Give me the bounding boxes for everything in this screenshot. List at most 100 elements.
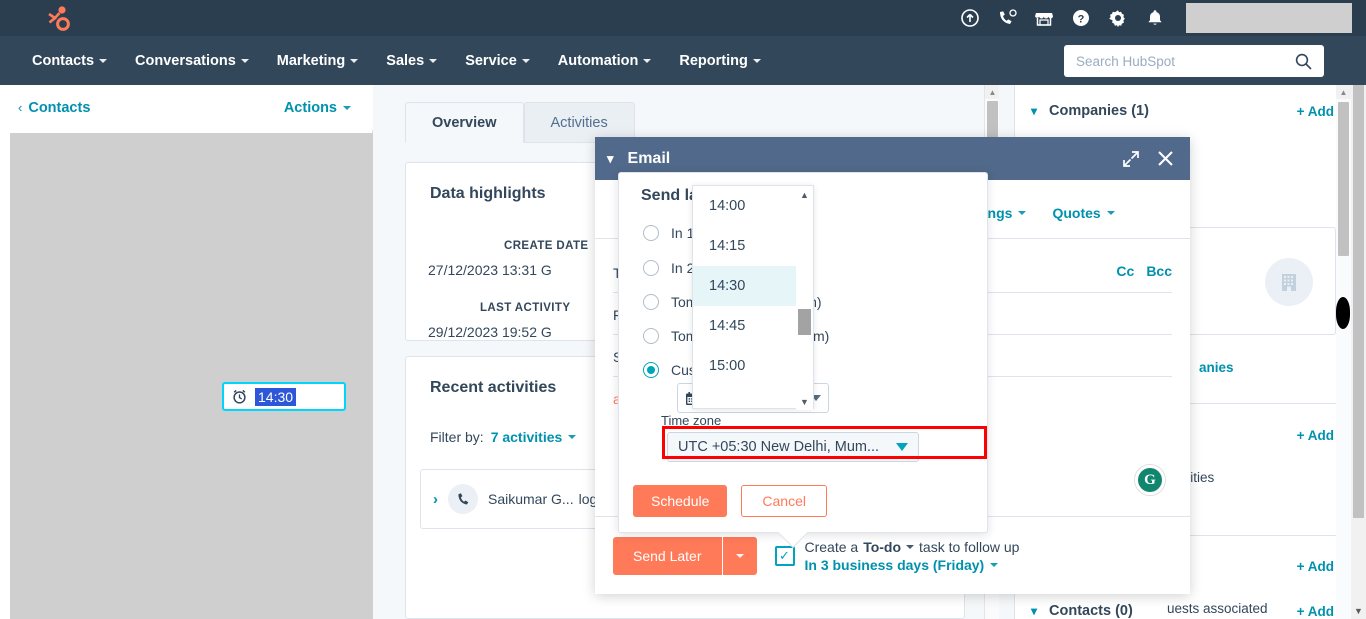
nav-item-label: Service — [465, 52, 517, 69]
nav-item-label: Conversations — [135, 52, 236, 69]
radio-icon — [643, 328, 659, 344]
chevron-down-icon — [99, 58, 108, 63]
radio-icon — [643, 225, 659, 241]
chevron-down-icon — [568, 435, 577, 439]
filter-label: Filter by: — [430, 429, 484, 445]
schedule-button[interactable]: Schedule — [633, 485, 728, 517]
time-option-list: 14:00 14:15 14:30 14:45 15:00 — [693, 186, 798, 410]
search-icon[interactable] — [1295, 53, 1324, 70]
nav-item-sales[interactable]: Sales — [386, 52, 438, 69]
nav-item-conversations[interactable]: Conversations — [135, 53, 249, 69]
hubspot-logo[interactable] — [42, 4, 72, 32]
account-menu[interactable] — [1186, 3, 1352, 33]
chevron-down-icon — [240, 58, 249, 63]
time-option[interactable]: 15:00 — [693, 346, 798, 386]
add-contact-button[interactable]: + Add — [1297, 604, 1334, 619]
actions-button[interactable]: Actions — [284, 100, 351, 116]
chevron-down-icon[interactable]: ▾ — [1031, 604, 1037, 618]
create-date-value: 27/12/2023 13:31 G — [428, 262, 552, 278]
scroll-thumb[interactable] — [1338, 102, 1349, 256]
todo-prefix: Create a — [804, 538, 859, 555]
page-scroll-thumb[interactable] — [1353, 85, 1364, 518]
time-option[interactable]: 14:00 — [693, 186, 798, 226]
option-in-2-hours[interactable]: In 2 — [643, 260, 694, 276]
activity-filter: Filter by: 7 activities — [430, 429, 577, 445]
time-option[interactable]: 14:15 — [693, 226, 798, 266]
chevron-left-icon: ‹ — [18, 100, 23, 115]
upgrade-icon[interactable] — [960, 8, 980, 28]
expand-icon[interactable] — [1123, 150, 1139, 167]
timezone-label: Time zone — [661, 413, 722, 428]
page-scrollbar[interactable]: ▼ — [1351, 85, 1366, 619]
timezone-select[interactable]: UTC +05:30 New Delhi, Mum... — [667, 432, 919, 462]
send-later-button[interactable]: Send Later — [613, 536, 723, 575]
chevron-down-icon — [350, 58, 359, 63]
nav-item-reporting[interactable]: Reporting — [679, 53, 761, 69]
search-input[interactable] — [1064, 53, 1295, 69]
view-associated-companies-link[interactable]: anies — [1199, 360, 1234, 375]
contacts-title: Contacts (0) — [1049, 603, 1133, 619]
time-input[interactable]: 14:30 — [222, 382, 346, 411]
close-icon[interactable] — [1157, 150, 1174, 167]
time-option[interactable]: 14:45 — [693, 306, 798, 346]
cc-button[interactable]: Cc — [1116, 263, 1134, 279]
main-navbar: Contacts Conversations Marketing Sales S… — [0, 36, 1366, 85]
chevron-down-icon — [643, 58, 652, 63]
last-activity-value: 29/12/2023 19:52 G — [428, 324, 552, 340]
chevron-down-icon — [429, 58, 438, 63]
time-dropdown-scrollbar[interactable]: ▲ ▼ — [796, 186, 813, 410]
company-icon — [1265, 258, 1313, 306]
add-ticket-button[interactable]: + Add — [1297, 559, 1334, 574]
scroll-up-arrow[interactable]: ▲ — [985, 85, 999, 99]
breadcrumb-label: Contacts — [28, 99, 91, 116]
scroll-down-arrow[interactable]: ▼ — [796, 393, 813, 410]
todo-text-lines: Create a To-do task to follow up In 3 bu… — [805, 539, 1020, 573]
scroll-up-arrow[interactable]: ▲ — [1336, 85, 1351, 99]
filter-value-dropdown[interactable]: 7 activities — [491, 429, 577, 445]
svg-text:?: ? — [1078, 13, 1085, 25]
bell-icon[interactable] — [1145, 8, 1165, 28]
send-later-dropdown-arrow[interactable] — [722, 536, 757, 575]
search-bar[interactable] — [1064, 45, 1324, 77]
help-icon[interactable]: ? — [1071, 8, 1091, 28]
time-option-selected[interactable]: 14:30 — [693, 266, 798, 306]
grammarly-icon[interactable]: G — [1134, 464, 1166, 496]
todo-type[interactable]: To-do — [863, 539, 901, 555]
scroll-down-arrow[interactable]: ▼ — [1351, 603, 1366, 619]
tab-overview[interactable]: Overview — [405, 102, 524, 143]
add-deal-button[interactable]: + Add — [1297, 428, 1334, 443]
time-options-dropdown: 14:00 14:15 14:30 14:45 15:00 ▲ ▼ — [692, 185, 814, 410]
quotes-label: Quotes — [1052, 205, 1101, 221]
modal-title: Email — [627, 149, 671, 167]
right-inner-scrollbar[interactable]: ▲ — [1336, 85, 1351, 619]
expand-row-icon[interactable]: › — [433, 491, 438, 508]
quotes-dropdown[interactable]: Quotes — [1052, 205, 1115, 221]
nav-item-label: Contacts — [32, 52, 95, 69]
create-date-label: CREATE DATE — [504, 240, 589, 252]
calling-icon[interactable] — [997, 8, 1017, 28]
grammarly-glyph: G — [1138, 468, 1162, 492]
scroll-up-arrow[interactable]: ▲ — [796, 186, 813, 203]
nav-item-label: Sales — [386, 52, 425, 69]
chevron-down-icon[interactable]: ▾ — [607, 151, 614, 167]
nav-item-service[interactable]: Service — [465, 53, 530, 69]
radio-icon — [643, 260, 659, 276]
chevron-down-icon[interactable]: ▾ — [1031, 104, 1037, 118]
breadcrumb-contacts[interactable]: ‹ Contacts — [18, 100, 90, 116]
bcc-button[interactable]: Bcc — [1146, 263, 1172, 279]
nav-item-automation[interactable]: Automation — [558, 53, 652, 69]
chevron-down-icon — [752, 58, 761, 63]
sidebar-section-contacts: ▾ Contacts (0) + Add — [1015, 593, 1351, 619]
alarm-clock-icon — [232, 389, 247, 404]
chevron-down-icon[interactable] — [906, 544, 915, 549]
add-company-button[interactable]: + Add — [1297, 104, 1334, 119]
marketplace-icon[interactable] — [1034, 8, 1054, 28]
topbar-icon-group: ? — [960, 0, 1352, 36]
todo-due-dropdown[interactable]: In 3 business days (Friday) — [805, 557, 1020, 573]
card-title: Data highlights — [430, 185, 546, 202]
cancel-button[interactable]: Cancel — [741, 485, 827, 517]
nav-item-marketing[interactable]: Marketing — [277, 53, 359, 69]
nav-item-contacts[interactable]: Contacts — [32, 52, 108, 69]
scroll-thumb[interactable] — [798, 309, 811, 335]
gear-icon[interactable] — [1108, 8, 1128, 28]
